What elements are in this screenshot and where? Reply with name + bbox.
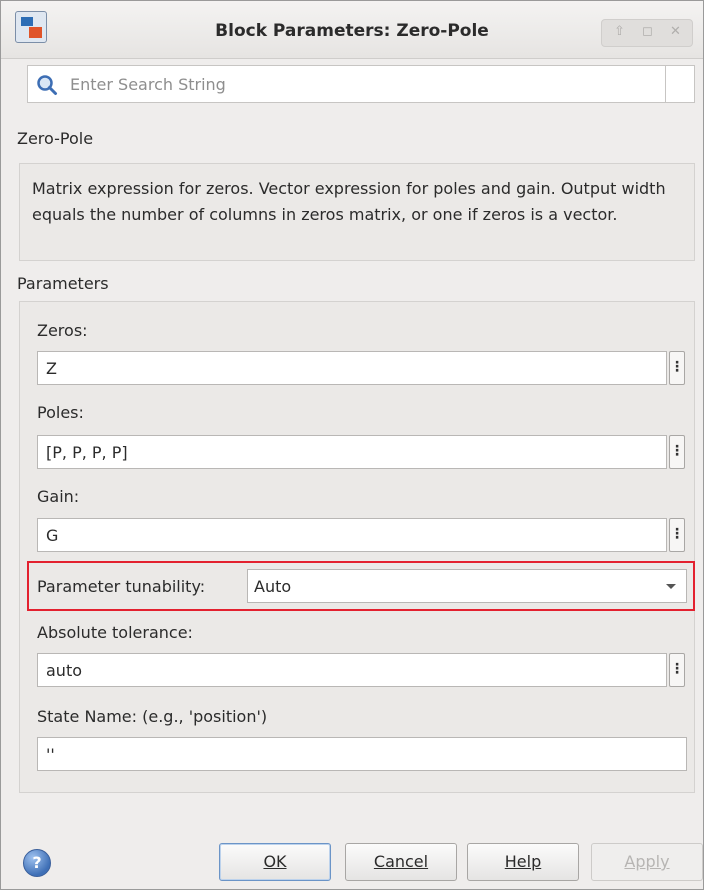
state-name-label: State Name: (e.g., 'position') xyxy=(37,707,268,726)
zeros-input[interactable] xyxy=(44,355,656,381)
search-input[interactable] xyxy=(68,70,658,98)
gain-label: Gain: xyxy=(37,487,80,506)
cancel-button-label: Cancel xyxy=(373,852,429,871)
search-box xyxy=(27,65,695,103)
gain-input[interactable] xyxy=(44,522,656,548)
absolute-tolerance-label: Absolute tolerance: xyxy=(37,623,193,642)
zeros-label: Zeros: xyxy=(37,321,88,340)
maximize-icon[interactable]: ◻ xyxy=(642,24,653,39)
tunability-value: Auto xyxy=(254,577,292,596)
poles-more-button[interactable]: ⋮ xyxy=(669,435,685,469)
minimize-icon[interactable]: ⇧ xyxy=(614,24,625,39)
title-bar[interactable]: Block Parameters: Zero-Pole ⇧ ◻ ✕ xyxy=(1,1,703,59)
help-button-label: Help xyxy=(504,852,542,871)
parameters-section-label: Parameters xyxy=(17,274,109,293)
gain-field xyxy=(37,518,667,552)
gain-more-button[interactable]: ⋮ xyxy=(669,518,685,552)
window-controls: ⇧ ◻ ✕ xyxy=(601,19,693,47)
ok-button[interactable]: OK xyxy=(219,843,331,881)
zeros-more-button[interactable]: ⋮ xyxy=(669,351,685,385)
block-name-label: Zero-Pole xyxy=(17,129,94,148)
block-parameters-dialog: Block Parameters: Zero-Pole ⇧ ◻ ✕ Zero-P… xyxy=(0,0,704,890)
cancel-button[interactable]: Cancel xyxy=(345,843,457,881)
search-divider xyxy=(665,66,666,102)
absolute-tolerance-field xyxy=(37,653,667,687)
tunability-select[interactable]: Auto xyxy=(247,569,687,603)
help-icon[interactable]: ? xyxy=(23,849,51,877)
poles-input[interactable] xyxy=(44,439,656,465)
poles-label: Poles: xyxy=(37,403,84,422)
apply-button-label: Apply xyxy=(624,852,670,871)
state-name-input[interactable] xyxy=(44,741,656,767)
window-title: Block Parameters: Zero-Pole xyxy=(215,21,489,41)
help-button[interactable]: Help xyxy=(467,843,579,881)
block-description: Matrix expression for zeros. Vector expr… xyxy=(19,163,695,261)
absolute-tolerance-more-button[interactable]: ⋮ xyxy=(669,653,685,687)
state-name-field xyxy=(37,737,687,771)
absolute-tolerance-input[interactable] xyxy=(44,657,656,683)
poles-field xyxy=(37,435,667,469)
search-icon xyxy=(37,75,57,95)
chevron-down-icon xyxy=(666,584,676,589)
ok-button-label: OK xyxy=(263,852,287,871)
apply-button[interactable]: Apply xyxy=(591,843,703,881)
close-icon[interactable]: ✕ xyxy=(670,24,681,39)
tunability-highlight-box: Parameter tunability: Auto xyxy=(27,561,695,611)
tunability-label: Parameter tunability: xyxy=(37,577,206,596)
zeros-field xyxy=(37,351,667,385)
